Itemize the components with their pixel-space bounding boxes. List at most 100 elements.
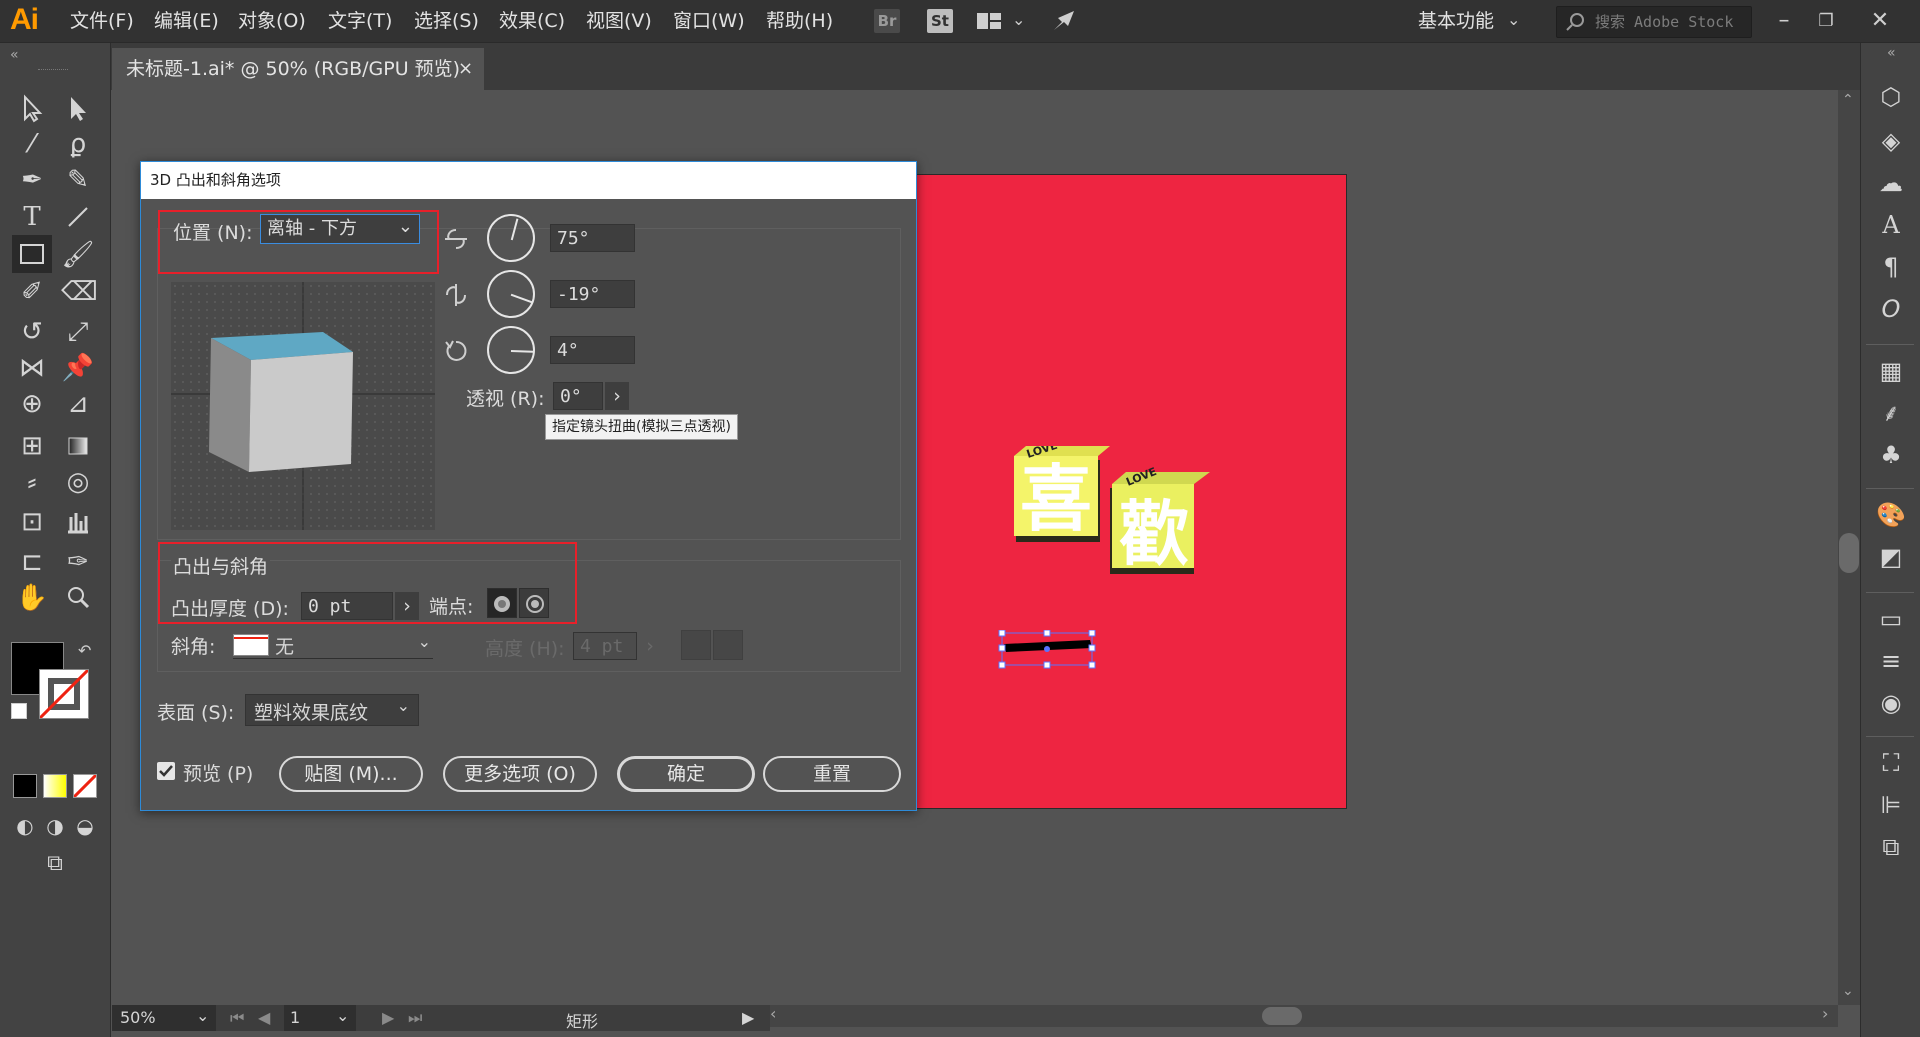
zoom-tool-icon[interactable] [61, 581, 95, 615]
z-rotation-dial[interactable] [487, 326, 535, 374]
eyedropper-icon[interactable]: ⸗ [15, 465, 49, 499]
menu-select[interactable]: 选择(S) [414, 0, 479, 42]
collapse-dock-icon[interactable]: « [1887, 45, 1896, 61]
horizontal-scroll-thumb[interactable] [1262, 1007, 1302, 1025]
paragraph-panel-icon[interactable]: ¶ [1876, 252, 1906, 282]
preview-checkbox[interactable] [157, 762, 175, 780]
transform-icon[interactable]: ⛶ [1876, 748, 1906, 778]
horizontal-scrollbar[interactable] [770, 1005, 1838, 1027]
line-tool-icon[interactable] [61, 200, 95, 234]
chevron-down-icon[interactable]: ⌄ [336, 1006, 349, 1025]
slice-tool-icon[interactable]: ✑ [61, 545, 95, 579]
workspace-switcher[interactable]: 基本功能 [1418, 0, 1494, 42]
swap-fill-stroke-icon[interactable]: ↶ [78, 641, 91, 660]
stock-icon[interactable]: St [927, 9, 953, 33]
scroll-down-icon[interactable]: ⌄ [1842, 983, 1854, 999]
shape-builder-icon[interactable]: ⊕ [15, 387, 49, 421]
color-panel-icon[interactable]: 🎨 [1876, 500, 1906, 530]
search-input[interactable]: 搜索 Adobe Stock [1595, 7, 1733, 37]
chevron-down-icon[interactable]: ⌄ [418, 632, 431, 651]
perspective-grid-icon[interactable]: ⊿ [61, 387, 95, 421]
symbols-icon[interactable]: ♣ [1876, 440, 1906, 470]
direct-selection-tool-icon[interactable] [61, 91, 95, 125]
menu-type[interactable]: 文字(T) [328, 0, 392, 42]
pathfinder-icon[interactable]: ⧉ [1876, 832, 1906, 862]
y-rotation-dial[interactable] [487, 270, 535, 318]
gpu-performance-icon[interactable] [1050, 8, 1078, 34]
vertical-scroll-thumb[interactable] [1839, 533, 1859, 573]
menu-object[interactable]: 对象(O) [238, 0, 306, 42]
scale-tool-icon[interactable]: ⤢ [61, 315, 95, 349]
none-mode-icon[interactable] [73, 774, 97, 798]
menu-file[interactable]: 文件(F) [70, 0, 134, 42]
close-window-icon[interactable]: ✕ [1860, 6, 1900, 36]
artboard-number-field[interactable]: 1 ⌄ [284, 1005, 356, 1031]
gradient-panel-icon[interactable]: ▭ [1876, 604, 1906, 634]
rotate-tool-icon[interactable]: ↺ [15, 315, 49, 349]
close-tab-icon[interactable]: × [458, 48, 473, 90]
chevron-down-icon[interactable]: ⌄ [1012, 10, 1025, 29]
chevron-down-icon[interactable]: ⌄ [196, 1006, 209, 1025]
bridge-icon[interactable]: Br [874, 9, 900, 33]
menu-help[interactable]: 帮助(H) [766, 0, 833, 42]
eraser-icon[interactable]: ⌫ [61, 275, 98, 309]
document-tab[interactable]: 未标题-1.ai* @ 50% (RGB/GPU 预览) × [112, 48, 484, 90]
chevron-down-icon[interactable]: ⌄ [397, 696, 410, 715]
next-artboard-icon[interactable]: ▶ [382, 1008, 394, 1027]
default-colors-icon[interactable] [11, 703, 27, 719]
zoom-field[interactable]: 50% ⌄ [112, 1005, 216, 1031]
type-tool-icon[interactable]: T [15, 200, 49, 234]
minimize-icon[interactable]: – [1764, 6, 1804, 36]
menu-window[interactable]: 窗口(W) [673, 0, 745, 42]
stroke-panel-icon[interactable]: ≡ [1876, 646, 1906, 676]
cc-libraries-icon[interactable]: ☁ [1876, 168, 1906, 198]
3d-text-artwork[interactable]: 喜 LOVE 歡 LOVE [1014, 439, 1214, 576]
arrange-documents-icon[interactable] [976, 11, 1004, 31]
color-guide-icon[interactable]: ◩ [1876, 542, 1906, 572]
swatches-icon[interactable]: ▦ [1876, 356, 1906, 386]
symbol-sprayer-icon[interactable]: ⊡ [15, 505, 49, 539]
x-rotation-dial[interactable] [487, 214, 535, 262]
draw-inside-icon[interactable]: ◒ [68, 809, 102, 843]
layers-icon[interactable]: ◈ [1876, 126, 1906, 156]
scroll-up-icon[interactable]: ⌃ [1842, 92, 1854, 108]
last-artboard-icon[interactable]: ⏭ [408, 1008, 422, 1028]
pen-tool-icon[interactable]: ✒ [15, 163, 49, 197]
perspective-slider-toggle[interactable]: › [605, 382, 629, 410]
mesh-tool-icon[interactable]: ⊞ [15, 429, 49, 463]
perspective-input[interactable]: 0° [553, 382, 603, 410]
puppet-warp-icon[interactable]: 📌 [61, 351, 95, 385]
column-graph-icon[interactable] [61, 505, 95, 539]
restore-icon[interactable]: ❐ [1806, 6, 1846, 36]
transparency-icon[interactable]: ◉ [1876, 688, 1906, 718]
scroll-left-icon[interactable]: ‹ [770, 1004, 776, 1023]
x-rotation-input[interactable]: 75° [550, 224, 635, 252]
menu-edit[interactable]: 编辑(E) [154, 0, 219, 42]
collapse-panel-icon[interactable]: « [10, 47, 19, 63]
magic-wand-icon[interactable]: ⁄ [15, 127, 49, 161]
width-tool-icon[interactable]: ⋈ [15, 351, 49, 385]
artboard-tool-icon[interactable]: ⊏ [15, 545, 49, 579]
scroll-right-icon[interactable]: › [1822, 1004, 1828, 1023]
stroke-swatch[interactable] [39, 669, 89, 719]
color-mode-icon[interactable] [13, 774, 37, 798]
opentype-panel-icon[interactable]: O [1876, 294, 1906, 324]
paintbrush-icon[interactable]: 🖌 [61, 238, 95, 272]
libraries-3d-icon[interactable]: ⬡ [1876, 82, 1906, 112]
z-rotation-input[interactable]: 4° [550, 336, 635, 364]
chevron-down-icon[interactable]: ⌄ [1507, 10, 1520, 29]
lasso-icon[interactable]: ϼ [61, 127, 95, 161]
character-panel-icon[interactable]: A [1876, 210, 1906, 240]
previous-artboard-icon[interactable]: ◀ [258, 1008, 270, 1027]
brushes-icon[interactable]: ⸙ [1876, 398, 1906, 428]
3d-track-cube[interactable] [171, 282, 435, 530]
draw-behind-icon[interactable]: ◑ [38, 809, 72, 843]
gradient-tool-icon[interactable] [61, 429, 95, 463]
draw-normal-icon[interactable]: ◐ [8, 809, 42, 843]
curvature-tool-icon[interactable]: ✎ [61, 163, 95, 197]
screen-mode-icon[interactable]: ⧉ [38, 847, 72, 881]
selection-tool-icon[interactable] [15, 91, 49, 125]
dialog-titlebar[interactable]: 3D 凸出和斜角选项 [141, 162, 916, 199]
more-options-button[interactable]: 更多选项 (O) [443, 756, 597, 792]
map-art-button[interactable]: 贴图 (M)... [279, 756, 423, 792]
